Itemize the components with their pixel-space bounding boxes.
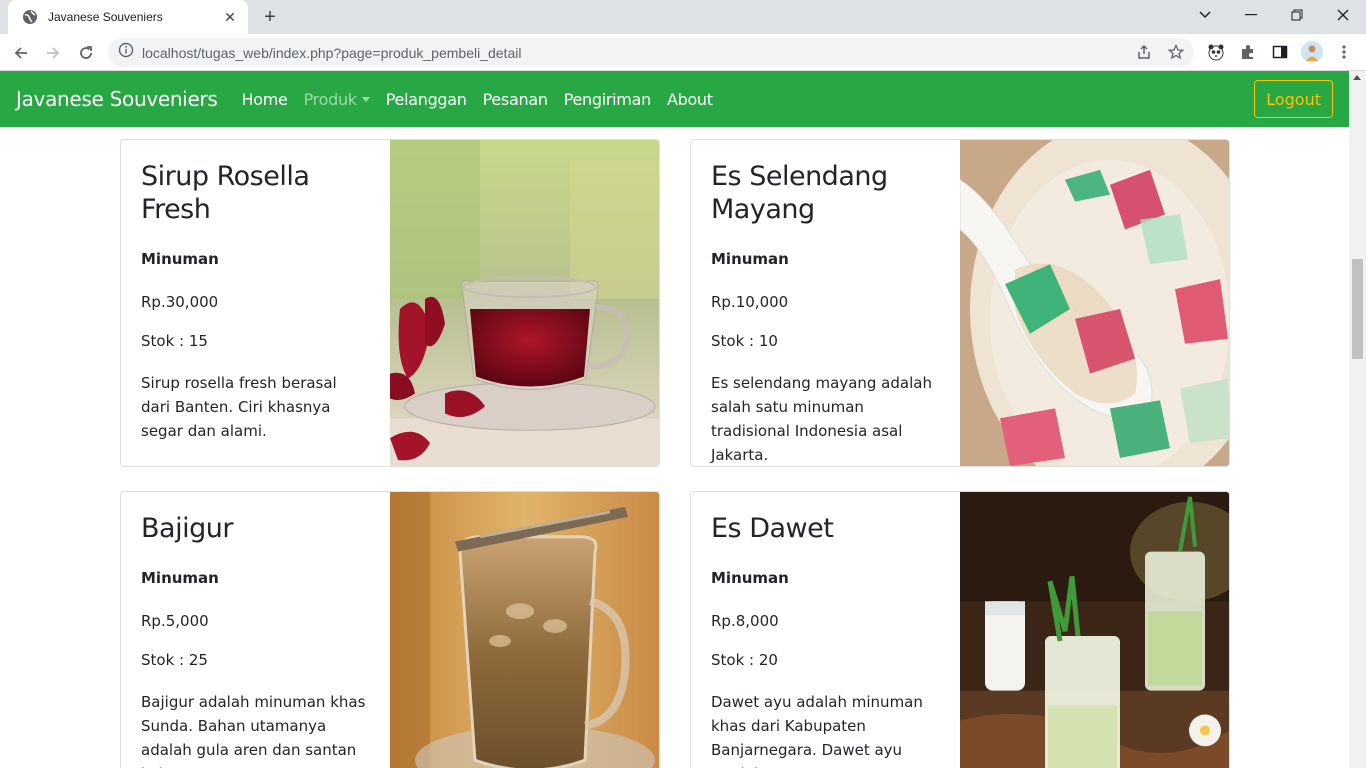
nav-home[interactable]: Home (242, 90, 288, 109)
brand-link[interactable]: Javanese Souveniers (16, 87, 218, 111)
page-viewport: Javanese Souveniers Home Produk Pelangga… (0, 71, 1349, 768)
logout-button[interactable]: Logout (1254, 80, 1333, 118)
scrollbar-thumb[interactable] (1352, 259, 1363, 359)
product-description: Dawet ayu adalah minuman khas dari Kabup… (711, 693, 923, 768)
product-description: Es selendang mayang adalah salah satu mi… (711, 374, 932, 464)
bookmark-star-icon[interactable] (1165, 41, 1187, 63)
product-image-es-dawet (960, 492, 1229, 768)
product-image-bajigur (390, 492, 659, 768)
product-image-es-selendang-mayang (960, 140, 1229, 466)
product-image-rosella-tea (390, 140, 659, 466)
nav-produk-label: Produk (303, 89, 357, 109)
info-icon[interactable] (118, 42, 134, 63)
url-text: localhost/tugas_web/index.php?page=produ… (142, 44, 522, 61)
product-stock: Stok : 10 (711, 332, 778, 350)
product-stock: Stok : 25 (141, 651, 208, 669)
tab-title: Javanese Souveniers (48, 10, 163, 24)
nav-pesanan[interactable]: Pesanan (483, 90, 548, 109)
page-scrollbar[interactable] (1349, 71, 1366, 768)
nav-produk-dropdown[interactable]: Produk (304, 90, 370, 109)
product-card-body: Sirup Rosella Fresh Minuman Rp.30,000 St… (121, 140, 390, 463)
profile-avatar[interactable] (1301, 41, 1323, 63)
browser-tab-bar: Javanese Souveniers ✕ + (0, 0, 1366, 34)
product-name: Sirup Rosella Fresh (141, 161, 310, 225)
close-tab-icon[interactable]: ✕ (222, 9, 238, 25)
restore-icon[interactable] (1274, 0, 1320, 30)
product-description: Sirup rosella fresh berasal dari Banten.… (141, 374, 337, 440)
product-card: Sirup Rosella Fresh Minuman Rp.30,000 St… (120, 139, 660, 467)
nav-pelanggan[interactable]: Pelanggan (386, 90, 467, 109)
back-icon[interactable] (8, 40, 34, 66)
product-description: Bajigur adalah minuman khas Sunda. Bahan… (141, 693, 366, 768)
product-price: Rp.10,000 (711, 293, 789, 311)
product-category: Minuman (141, 250, 219, 268)
browser-menu-icon[interactable] (1333, 41, 1355, 63)
product-card: Es Dawet Minuman Rp.8,000 Stok : 20 Dawe… (690, 491, 1230, 768)
panda-extension-icon[interactable] (1205, 41, 1227, 63)
extensions-puzzle-icon[interactable] (1237, 41, 1259, 63)
product-card: Bajigur Minuman Rp.5,000 Stok : 25 Bajig… (120, 491, 660, 768)
scroll-up-arrow-icon[interactable] (1353, 75, 1361, 80)
share-icon[interactable] (1133, 41, 1155, 63)
product-name: Bajigur (141, 513, 233, 544)
product-card-body: Bajigur Minuman Rp.5,000 Stok : 25 Bajig… (121, 492, 390, 768)
product-stock: Stok : 20 (711, 651, 778, 669)
forward-icon[interactable] (40, 40, 66, 66)
new-tab-icon[interactable]: + (258, 5, 282, 29)
product-category: Minuman (711, 250, 789, 268)
close-window-icon[interactable] (1320, 0, 1366, 30)
reload-icon[interactable] (73, 40, 99, 66)
browser-tab[interactable]: Javanese Souveniers ✕ (8, 0, 248, 34)
product-category: Minuman (141, 569, 219, 587)
product-price: Rp.8,000 (711, 612, 779, 630)
side-panel-icon[interactable] (1269, 41, 1291, 63)
product-price: Rp.5,000 (141, 612, 209, 630)
product-name: Es Dawet (711, 513, 834, 544)
nav-about[interactable]: About (667, 90, 713, 109)
product-price: Rp.30,000 (141, 293, 219, 311)
address-bar[interactable]: localhost/tugas_web/index.php?page=produ… (108, 38, 1194, 67)
globe-icon (22, 9, 38, 25)
product-stock: Stok : 15 (141, 332, 208, 350)
product-category: Minuman (711, 569, 789, 587)
product-card-body: Es Dawet Minuman Rp.8,000 Stok : 20 Dawe… (691, 492, 960, 768)
site-navbar: Javanese Souveniers Home Produk Pelangga… (0, 71, 1349, 127)
product-card: Es Selendang Mayang Minuman Rp.10,000 St… (690, 139, 1230, 467)
minimize-icon[interactable] (1228, 0, 1274, 30)
tab-search-icon[interactable] (1182, 0, 1228, 30)
product-name: Es Selendang Mayang (711, 161, 888, 225)
nav-pengiriman[interactable]: Pengiriman (564, 90, 652, 109)
caret-down-icon (361, 96, 370, 102)
browser-toolbar: localhost/tugas_web/index.php?page=produ… (0, 34, 1366, 71)
product-card-body: Es Selendang Mayang Minuman Rp.10,000 St… (691, 140, 960, 466)
